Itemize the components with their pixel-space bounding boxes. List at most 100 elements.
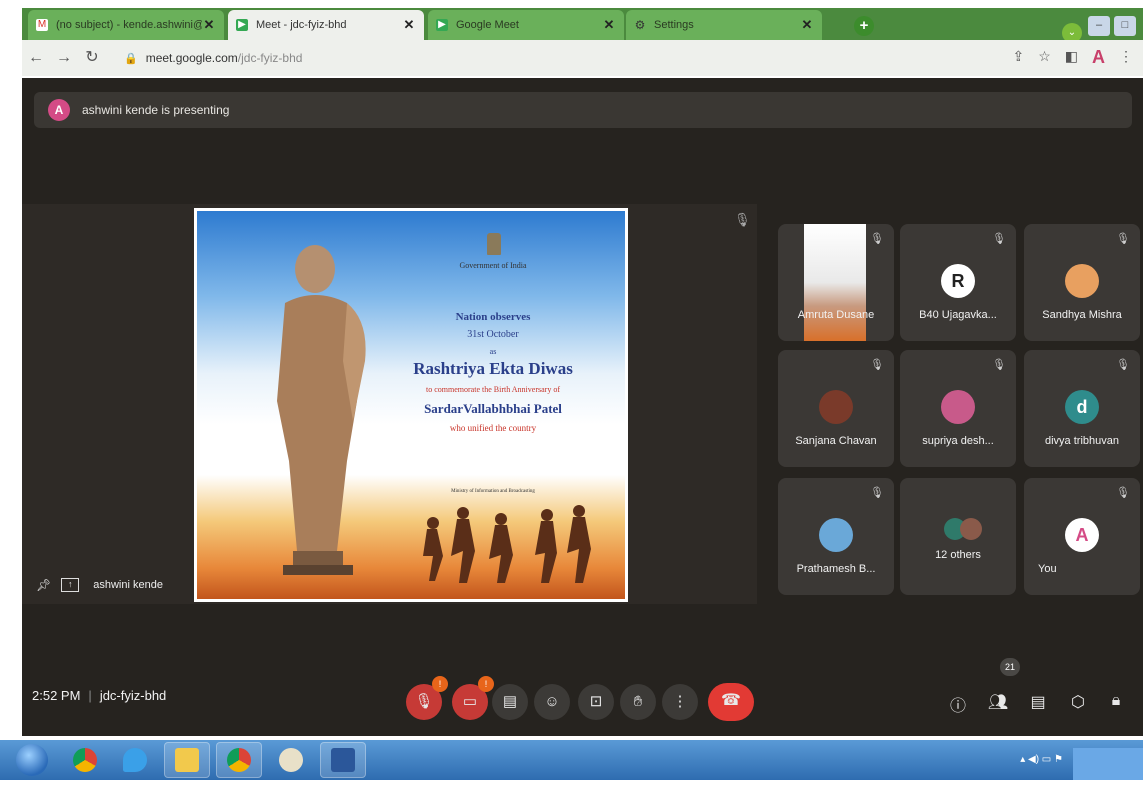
close-icon[interactable]: ✕ [202,17,216,33]
slide-line: to commemorate the Birth Anniversary of [426,385,560,394]
presenting-text: ashwini kende is presenting [82,103,230,117]
url-host: meet.google.com [145,51,238,65]
presenting-banner: A ashwini kende is presenting [34,92,1132,128]
avatar [819,518,853,552]
reactions-button[interactable]: ☺ [534,684,570,720]
tab-settings[interactable]: ⚙ Settings ✕ [626,10,822,40]
maximize-icon[interactable]: □ [1114,16,1136,36]
meeting-info: 2:52 PM | jdc-fyiz-bhd [32,688,167,703]
presentation-slide: Government of India Nation observes 31st… [194,208,628,602]
avatar: d [1065,390,1099,424]
warning-badge: ! [478,676,494,692]
mic-off-icon: 🎙︎ [734,212,751,227]
slide-footer: Ministry of Information and Broadcasting [451,489,535,494]
slide-line: who unified the country [449,423,537,433]
avatar [941,390,975,424]
chrome-icon[interactable] [216,742,262,778]
captions-button[interactable]: ▤ [492,684,528,720]
participant-name: Prathamesh B... [796,563,876,575]
menu-kebab-icon[interactable]: ⋮ [1119,48,1133,66]
word-icon[interactable] [320,742,366,778]
paint-icon[interactable] [268,742,314,778]
forward-icon[interactable]: → [50,44,78,72]
new-tab-button[interactable]: + [854,16,874,36]
activities-icon[interactable]: ⬡ [1066,692,1090,712]
minimize-icon[interactable]: – [1088,16,1110,36]
self-tile[interactable]: 🎙︎ A You [1024,478,1140,595]
share-icon[interactable]: ⇪ [1012,48,1024,66]
avatar: R [941,264,975,298]
sidepanel-icon[interactable]: ◧ [1065,48,1078,66]
participant-name: supriya desh... [922,435,994,447]
mic-off-icon: 🎙︎ [992,359,1006,371]
reload-icon[interactable]: ↻ [78,44,106,72]
meet-window: A ashwini kende is presenting 🎙︎ Governm… [22,78,1143,736]
participant-name: Sanjana Chavan [795,435,877,447]
browser-tab-strip: M (no subject) - kende.ashwini@gr ✕ ▶ Me… [22,8,1143,43]
meet-icon: ▶ [236,19,248,31]
file-explorer-icon[interactable] [164,742,210,778]
tab-title: Google Meet [456,19,519,31]
presenter-name: ashwini kende [93,579,163,591]
slide-org: Government of India [459,261,527,270]
mic-off-icon: 🎙︎ [870,359,884,371]
participant-tile[interactable]: 🎙︎ R B40 Ujagavka... [900,224,1016,341]
meeting-time: 2:52 PM [32,688,81,703]
tab-gmail[interactable]: M (no subject) - kende.ashwini@gr ✕ [28,10,224,40]
participant-name: 12 others [935,549,981,561]
participant-tile[interactable]: 🎙︎ Prathamesh B... [778,478,894,595]
star-icon[interactable]: ☆ [1038,48,1051,66]
slide-line: as [489,347,497,356]
gear-icon: ⚙ [634,18,646,32]
tab-meet-active[interactable]: ▶ Meet - jdc-fyiz-bhd ✕ [228,10,424,40]
meet-icon: ▶ [436,19,448,31]
participant-tile[interactable]: 🎙︎ supriya desh... [900,350,1016,467]
present-button[interactable]: ⊡ [578,684,614,720]
participant-tile[interactable]: 🎙︎ Amruta Dusane [778,224,894,341]
pin-icon[interactable]: 📌︎ [36,578,51,592]
close-icon[interactable]: ✕ [402,17,416,33]
participant-name: Amruta Dusane [797,309,875,321]
acrobat-icon[interactable]: A [1092,48,1105,66]
raise-hand-button[interactable]: ✋︎ [620,684,656,720]
people-icon[interactable]: 👥︎ [986,692,1010,712]
url-field[interactable]: 🔒 meet.google.com/jdc-fyiz-bhd [124,51,302,65]
os-taskbar: ▴ ◀) ▭ ⚑ [0,740,1143,780]
camera-toggle-button[interactable]: ▭! [452,676,494,720]
participant-tile[interactable]: 🎙︎ Sanjana Chavan [778,350,894,467]
participant-name: You [1038,563,1057,575]
avatar [960,518,982,540]
system-tray[interactable]: ▴ ◀) ▭ ⚑ [1020,754,1063,765]
others-tile[interactable]: 12 others [900,478,1016,595]
close-icon[interactable]: ✕ [602,17,616,33]
meeting-controls: 2:52 PM | jdc-fyiz-bhd 🎙︎! ▭! ▤ ☺ ⊡ ✋︎ ⋮ ☎… [22,658,1143,736]
back-icon[interactable]: ← [22,44,50,72]
participant-video [804,224,866,341]
participant-tile[interactable]: 🎙︎ d divya tribhuvan [1024,350,1140,467]
mic-off-icon: 🎙︎ [992,233,1006,245]
close-icon[interactable]: ✕ [800,17,814,33]
mic-toggle-button[interactable]: 🎙︎! [406,676,448,720]
meeting-code: jdc-fyiz-bhd [99,688,167,703]
start-button[interactable] [16,744,48,776]
host-controls-icon[interactable]: 🔒︎ [1104,692,1128,710]
internet-explorer-icon[interactable] [112,742,158,778]
end-call-button[interactable]: ☎︎ [708,683,754,721]
info-icon[interactable]: ⓘ [946,692,970,716]
presentation-stage[interactable]: 🎙︎ Government of India Nation observes 3… [22,204,757,604]
slide-line: Nation observes [455,311,531,323]
participant-name: Sandhya Mishra [1042,309,1122,321]
show-desktop-button[interactable] [1073,748,1143,780]
chrome-icon[interactable] [62,742,108,778]
participant-count-badge: 21 [1000,658,1020,676]
more-options-button[interactable]: ⋮ [662,684,698,720]
chat-icon[interactable]: ▤ [1026,692,1050,712]
avatar [819,390,853,424]
toolbar-icons: ⇪ ☆ ◧ A ⋮ [1012,48,1133,66]
mic-off-icon: 🎙︎ [1116,359,1130,371]
tab-google-meet[interactable]: ▶ Google Meet ✕ [428,10,624,40]
address-bar: ← → ↻ 🔒 meet.google.com/jdc-fyiz-bhd ⇪ ☆… [22,40,1143,76]
avatar [1065,264,1099,298]
warning-badge: ! [432,676,448,692]
participant-tile[interactable]: 🎙︎ Sandhya Mishra [1024,224,1140,341]
